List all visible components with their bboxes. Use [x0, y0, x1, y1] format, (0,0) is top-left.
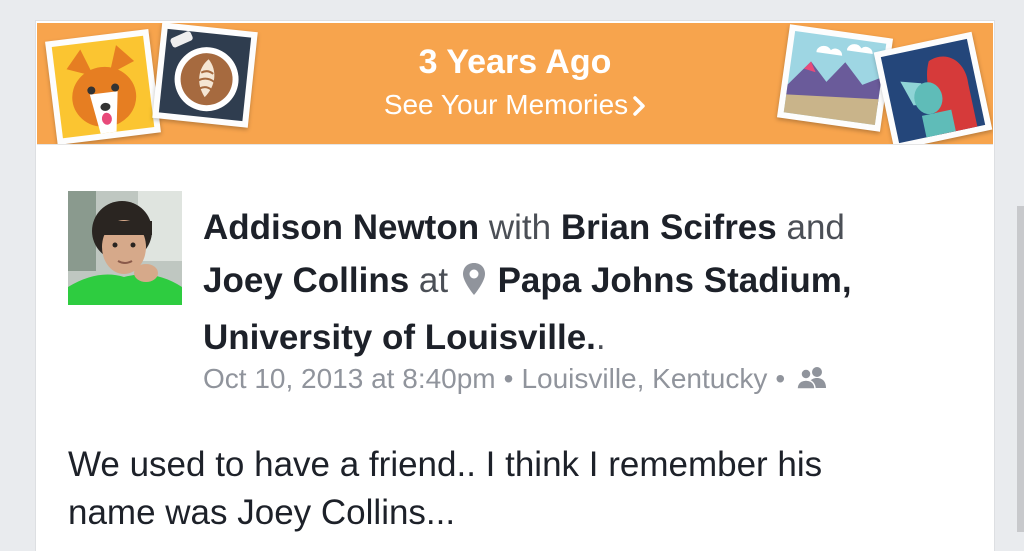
post-meta: Oct 10, 2013 at 8:40pm • Louisville, Kentu…: [203, 363, 829, 397]
map-pin-icon: [462, 258, 486, 311]
friends-icon[interactable]: [795, 365, 829, 397]
post-text-line-2: name was Joey Collins...: [68, 493, 456, 532]
see-memories-link[interactable]: See Your Memories: [37, 89, 993, 121]
tagged-friend-link-1[interactable]: Brian Scifres: [561, 208, 777, 247]
see-memories-label: See Your Memories: [383, 89, 629, 120]
post-text-line-1: We used to have a friend.. I think I rem…: [68, 445, 823, 484]
city-link[interactable]: Louisville, Kentucky: [521, 363, 767, 394]
memory-post-card: 3 Years Ago See Your Memories Addison Ne…: [35, 20, 995, 551]
avatar[interactable]: [68, 191, 182, 305]
chevron-right-icon: [632, 89, 646, 121]
post-body: We used to have a friend.. I think I rem…: [68, 441, 968, 537]
scrollbar[interactable]: [1017, 206, 1024, 532]
location-suffix: .: [595, 318, 606, 357]
post-header: Addison Newton with Brian Scifres and Jo…: [203, 201, 943, 364]
with-text: with: [488, 208, 552, 247]
tagged-friend-link-2[interactable]: Joey Collins: [203, 261, 409, 300]
meta-separator: •: [503, 363, 514, 394]
at-text: at: [418, 261, 449, 300]
memories-title: 3 Years Ago: [418, 43, 612, 81]
post-timestamp-link[interactable]: Oct 10, 2013 at 8:40pm: [203, 363, 496, 394]
and-text: and: [786, 208, 845, 247]
memories-banner[interactable]: 3 Years Ago See Your Memories: [37, 23, 993, 144]
banner-divider: [37, 144, 993, 145]
meta-separator: •: [775, 363, 786, 394]
author-name-link[interactable]: Addison Newton: [203, 208, 479, 247]
